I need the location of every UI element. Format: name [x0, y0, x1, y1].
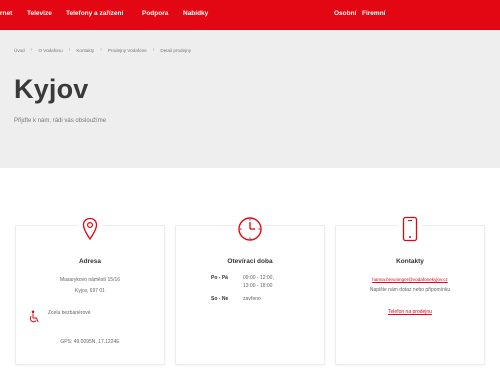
page-subtitle: Přijďte k nám, rádi vás obsloužíme [14, 118, 107, 124]
hours-value: zavřeno [243, 296, 261, 302]
page-title: Kyjov [14, 74, 89, 104]
hours-value: 13:00 - 18:00 [243, 283, 273, 289]
top-navigation: rnet Televize Telefony a zařízení Podpor… [0, 0, 500, 30]
nav-item-telefony[interactable]: Telefony a zařízení [66, 10, 123, 17]
hours-row-weekdays: Po - Pá 09:00 - 12:00, 13:00 - 18:00 [211, 275, 321, 293]
breadcrumb-item-detail: Detail prodejny [160, 47, 192, 53]
nav-segment-firemni[interactable]: Firemní [362, 10, 385, 17]
breadcrumb-separator-icon: › [152, 47, 155, 53]
contacts-card: Kontakty hanna.breuninger@vodafonekyjov.… [335, 225, 485, 365]
address-card: Adresa Masarykovo náměstí 15/16 Kyjov, 6… [15, 225, 165, 365]
accessibility-text: Zcela bezbariérové [48, 310, 91, 316]
nav-item-internet[interactable]: rnet [0, 10, 12, 17]
nav-item-televize[interactable]: Televize [27, 10, 52, 17]
hours-heading: Otevírací doba [227, 258, 273, 265]
breadcrumb-separator-icon: › [30, 47, 33, 53]
breadcrumb: Úvod › O Vodafonu › Kontakty › Prodejny … [14, 46, 191, 54]
email-link[interactable]: hanna.breuninger@vodafonekyjov.cz [336, 277, 484, 282]
breadcrumb-item-prodejny[interactable]: Prodejny Vodafone [108, 48, 147, 53]
clock-icon [237, 215, 263, 243]
breadcrumb-separator-icon: › [68, 47, 71, 53]
hours-value: 09:00 - 12:00, [243, 275, 274, 281]
store-phone-link[interactable]: Telefon na prodejnu [336, 309, 484, 315]
gps-coordinates: GPS: 49.0095N, 17.1224E [60, 339, 120, 345]
hero-section: Úvod › O Vodafonu › Kontakty › Prodejny … [0, 30, 500, 168]
address-street: Masarykovo náměstí 15/16 [59, 277, 121, 283]
hours-day-label: So - Ne [211, 296, 229, 302]
hours-day-label: Po - Pá [211, 275, 228, 281]
nav-segment-osobni[interactable]: Osobní [334, 10, 356, 17]
map-pin-icon [78, 215, 102, 243]
address-city: Kyjov, 697 01 [75, 288, 105, 294]
nav-item-podpora[interactable]: Podpora [142, 10, 168, 17]
nav-item-nabidky[interactable]: Nabídky [183, 10, 208, 17]
contacts-heading: Kontakty [396, 258, 424, 265]
phone-icon [398, 215, 422, 243]
hours-card: Otevírací doba Po - Pá 09:00 - 12:00, 13… [175, 225, 325, 365]
address-heading: Adresa [78, 258, 102, 265]
breadcrumb-item-kontakty[interactable]: Kontakty [76, 48, 94, 53]
contact-note: Napište nám dotaz nebo připomínku [369, 287, 451, 293]
hours-row-weekend: So - Ne zavřeno [211, 296, 321, 304]
breadcrumb-item-uvod[interactable]: Úvod [14, 48, 25, 53]
wheelchair-icon [29, 310, 39, 323]
breadcrumb-item-o-vodafonu[interactable]: O Vodafonu [38, 48, 62, 53]
breadcrumb-separator-icon: › [100, 47, 102, 53]
